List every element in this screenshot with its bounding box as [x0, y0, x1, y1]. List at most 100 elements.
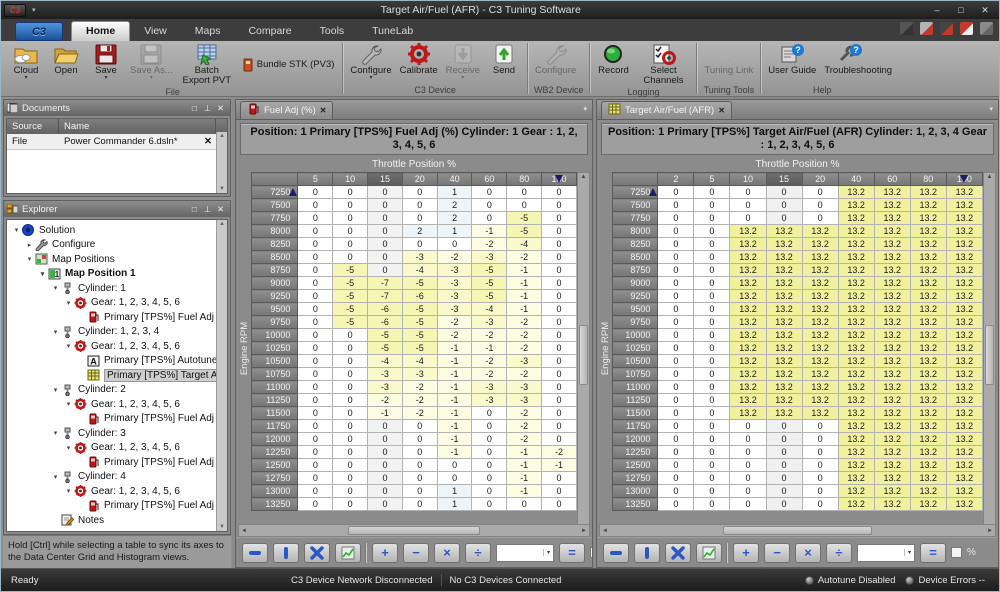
table-cell[interactable]: 0 — [658, 498, 694, 511]
chevron-down-icon[interactable]: ▾ — [63, 444, 74, 452]
table-cell[interactable]: 0 — [298, 420, 333, 433]
multiply-button[interactable]: × — [434, 543, 460, 563]
table-cell[interactable]: 0 — [333, 498, 368, 511]
table-cell[interactable]: 13.2 — [838, 290, 874, 303]
chevron-down-icon[interactable]: ▾ — [63, 487, 74, 495]
table-cell[interactable]: 0 — [766, 459, 802, 472]
minimize-button[interactable]: – — [926, 4, 948, 17]
table-cell[interactable]: 0 — [766, 498, 802, 511]
table-cell[interactable]: 13.2 — [766, 394, 802, 407]
tree-item[interactable]: ▾Map Positions — [11, 252, 216, 267]
table-cell[interactable]: 0 — [333, 355, 368, 368]
document-close-icon[interactable]: ✕ — [200, 136, 216, 147]
table-cell[interactable]: 13.2 — [766, 238, 802, 251]
table-cell[interactable]: 0 — [694, 394, 730, 407]
chevron-down-icon[interactable]: ▾ — [63, 342, 74, 350]
table-cell[interactable]: -1 — [507, 303, 542, 316]
table-cell[interactable]: -7 — [368, 277, 403, 290]
table-cell[interactable]: 13.2 — [838, 498, 874, 511]
table-cell[interactable]: 0 — [298, 368, 333, 381]
table-cell[interactable]: 1 — [437, 498, 472, 511]
table-cell[interactable]: 0 — [542, 316, 577, 329]
rpm-row-header[interactable]: 9750 — [252, 316, 298, 329]
table-cell[interactable]: 0 — [437, 238, 472, 251]
table-cell[interactable]: 13.2 — [838, 316, 874, 329]
rpm-row-header[interactable]: 8500 — [613, 251, 658, 264]
table-cell[interactable]: 0 — [333, 225, 368, 238]
table-cell[interactable]: 0 — [658, 199, 694, 212]
rpm-row-header[interactable]: 13250 — [613, 498, 658, 511]
table-cell[interactable]: 0 — [368, 238, 403, 251]
table-cell[interactable]: 13.2 — [730, 277, 766, 290]
table-cell[interactable]: 13.2 — [766, 290, 802, 303]
rpm-row-header[interactable]: 12250 — [613, 446, 658, 459]
table-cell[interactable]: -1 — [437, 381, 472, 394]
panel-restore-icon[interactable]: □ — [188, 103, 201, 113]
vertical-scrollbar[interactable]: ▲▼ — [983, 172, 996, 538]
table-cell[interactable]: -1 — [437, 355, 472, 368]
table-cell[interactable]: 13.2 — [874, 277, 910, 290]
table-cell[interactable]: 13.2 — [874, 199, 910, 212]
select-channels-button[interactable]: Select Channels — [633, 42, 693, 87]
table-cell[interactable]: 0 — [333, 199, 368, 212]
table-cell[interactable]: 0 — [542, 368, 577, 381]
table-cell[interactable]: 13.2 — [946, 355, 982, 368]
table-cell[interactable]: 0 — [333, 485, 368, 498]
table-cell[interactable]: 13.2 — [730, 225, 766, 238]
rpm-row-header[interactable]: 11250 — [252, 394, 298, 407]
tab-close-icon[interactable]: ✕ — [718, 106, 725, 115]
table-cell[interactable]: -4 — [368, 355, 403, 368]
table-cell[interactable]: -1 — [472, 342, 507, 355]
rpm-row-header[interactable]: 11250 — [613, 394, 658, 407]
chevron-down-icon[interactable]: ▾ — [24, 255, 35, 263]
table-cell[interactable]: 0 — [368, 498, 403, 511]
table-cell[interactable]: 13.2 — [802, 225, 838, 238]
table-cell[interactable]: 13.2 — [802, 316, 838, 329]
table-cell[interactable]: 0 — [802, 212, 838, 225]
table-cell[interactable]: 13.2 — [946, 485, 982, 498]
bundle-stk-pv3-button[interactable]: Bundle STK (PV3) — [237, 56, 340, 74]
table-cell[interactable]: 13.2 — [838, 251, 874, 264]
chevron-down-icon[interactable]: ▾ — [50, 429, 61, 437]
table-cell[interactable]: 0 — [472, 485, 507, 498]
table-cell[interactable]: -2 — [402, 407, 437, 420]
table-cell[interactable]: 0 — [658, 407, 694, 420]
table-cell[interactable]: 0 — [472, 433, 507, 446]
table-cell[interactable]: -2 — [507, 407, 542, 420]
table-cell[interactable]: -6 — [368, 316, 403, 329]
titlebar-tray-icon[interactable] — [900, 22, 913, 35]
table-cell[interactable]: 13.2 — [802, 264, 838, 277]
rpm-row-header[interactable]: 12250 — [252, 446, 298, 459]
batch-export-pvt-button[interactable]: Batch Export PVT — [177, 42, 237, 87]
user-guide-button[interactable]: ?User Guide — [764, 42, 820, 85]
chevron-down-icon[interactable]: ▾ — [37, 270, 48, 278]
table-cell[interactable]: 0 — [658, 329, 694, 342]
table-cell[interactable]: 0 — [402, 459, 437, 472]
table-cell[interactable]: -4 — [472, 303, 507, 316]
table-cell[interactable]: 13.2 — [802, 290, 838, 303]
table-cell[interactable]: 0 — [658, 264, 694, 277]
table-cell[interactable]: 0 — [402, 433, 437, 446]
ribbon-tab-maps[interactable]: Maps — [181, 22, 235, 41]
table-cell[interactable]: 13.2 — [730, 316, 766, 329]
table-cell[interactable]: 0 — [542, 394, 577, 407]
table-cell[interactable]: 13.2 — [766, 342, 802, 355]
table-cell[interactable]: 0 — [507, 199, 542, 212]
table-cell[interactable]: 0 — [333, 238, 368, 251]
vertical-scrollbar[interactable]: ▲▼ — [577, 172, 590, 538]
fill-table-button[interactable] — [304, 543, 330, 563]
table-cell[interactable]: 0 — [694, 498, 730, 511]
tree-item[interactable]: Primary [TPS%] Target Air/Fuel (AFR) — [11, 368, 216, 383]
table-cell[interactable]: 0 — [298, 329, 333, 342]
panel-pin-icon[interactable]: ⊥ — [201, 103, 214, 114]
table-cell[interactable]: -5 — [333, 290, 368, 303]
table-cell[interactable]: -5 — [402, 342, 437, 355]
rpm-row-header[interactable]: 9250 — [252, 290, 298, 303]
table-cell[interactable]: 13.2 — [910, 485, 946, 498]
table-cell[interactable]: 0 — [694, 303, 730, 316]
table-cell[interactable]: 0 — [658, 355, 694, 368]
table-cell[interactable]: 0 — [507, 186, 542, 199]
table-cell[interactable]: 0 — [298, 212, 333, 225]
table-cell[interactable]: 13.2 — [874, 498, 910, 511]
table-cell[interactable]: 0 — [802, 420, 838, 433]
